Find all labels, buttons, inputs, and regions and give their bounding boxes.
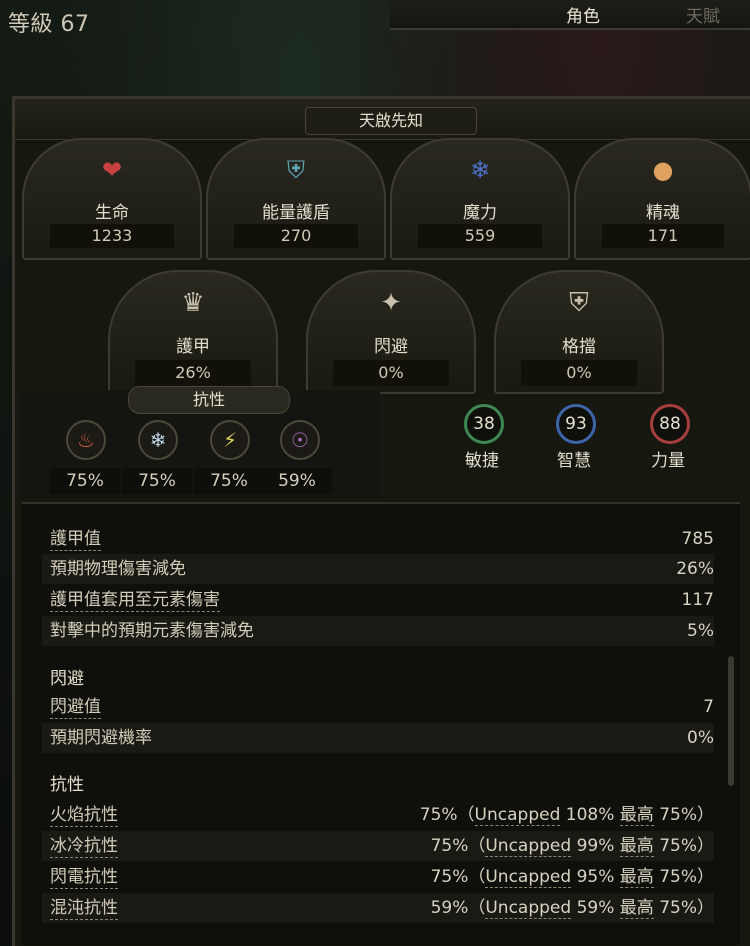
chaos-res-value: 59% bbox=[262, 468, 332, 494]
life-label: 生命 bbox=[95, 203, 129, 223]
intelligence-attribute[interactable]: 93 智慧 bbox=[534, 404, 614, 484]
energy-shield-label: 能量護盾 bbox=[262, 203, 330, 223]
dexterity-attribute[interactable]: 38 敏捷 bbox=[442, 404, 522, 484]
evasion-label: 閃避 bbox=[374, 337, 408, 357]
list-item: 對擊中的預期元素傷害減免 5% bbox=[42, 616, 714, 646]
evasion-section-title: 閃避 bbox=[50, 669, 84, 689]
mana-label: 魔力 bbox=[463, 203, 497, 223]
spirit-value: 171 bbox=[602, 224, 724, 248]
list-item: 冰冷抗性 75%（Uncapped 99% 最高 75%） bbox=[42, 831, 714, 861]
spirit-icon: ● bbox=[652, 156, 674, 184]
cold-icon[interactable]: ❄ bbox=[138, 420, 178, 460]
cold-res-value: 75% bbox=[122, 468, 192, 494]
life-stat[interactable]: ❤ 生命 1233 bbox=[22, 138, 202, 260]
armour-stat[interactable]: ♛ 護甲 26% bbox=[108, 270, 278, 394]
mana-icon: ❄ bbox=[469, 156, 491, 184]
list-item: 混沌抗性 59%（Uncapped 59% 最高 75%） bbox=[42, 893, 714, 923]
shield-icon: ⛨ bbox=[287, 156, 305, 184]
block-label: 格擋 bbox=[562, 337, 596, 357]
mana-value: 559 bbox=[418, 224, 542, 248]
armour-icon: ♛ bbox=[181, 288, 205, 318]
list-item: 火焰抗性 75%（Uncapped 108% 最高 75%） bbox=[50, 805, 714, 827]
spirit-stat[interactable]: ● 精魂 171 bbox=[574, 138, 750, 260]
lightning-icon[interactable]: ⚡ bbox=[210, 420, 250, 460]
tab-passives[interactable]: 天賦 bbox=[686, 2, 720, 27]
list-item: 預期閃避機率 0% bbox=[42, 723, 714, 753]
fire-icon[interactable]: ♨ bbox=[66, 420, 106, 460]
strength-label: 力量 bbox=[651, 451, 685, 471]
stat-detail-list[interactable]: 護甲值 785 預期物理傷害減免 26% 護甲值套用至元素傷害 117 對擊中的… bbox=[22, 502, 740, 945]
block-value: 0% bbox=[520, 360, 638, 386]
panel-header: 天啟先知 bbox=[15, 99, 750, 140]
spirit-label: 精魂 bbox=[646, 203, 680, 223]
resistances-panel: 抗性 ♨ ❄ ⚡ ☉ 75% 75% 75% 59% bbox=[20, 386, 380, 498]
tab-bar: 角色 天賦 bbox=[390, 0, 750, 30]
top-bar: 等級 67 角色 天賦 bbox=[0, 0, 750, 44]
list-item: 護甲值 785 bbox=[50, 529, 714, 551]
energy-shield-stat[interactable]: ⛨ 能量護盾 270 bbox=[206, 138, 386, 260]
evasion-icon: ✦ bbox=[380, 288, 402, 318]
evasion-value: 0% bbox=[332, 360, 450, 386]
dexterity-value: 38 bbox=[464, 404, 504, 444]
dexterity-label: 敏捷 bbox=[465, 451, 499, 471]
intelligence-label: 智慧 bbox=[557, 451, 591, 471]
resistances-title: 抗性 bbox=[128, 386, 290, 414]
armour-label: 護甲 bbox=[176, 337, 210, 357]
resistances-section-title: 抗性 bbox=[50, 775, 84, 795]
block-icon: ⛨ bbox=[569, 288, 589, 318]
life-value: 1233 bbox=[50, 224, 174, 248]
evasion-stat[interactable]: ✦ 閃避 0% bbox=[306, 270, 476, 394]
list-item: 閃電抗性 75%（Uncapped 95% 最高 75%） bbox=[50, 867, 714, 889]
strength-attribute[interactable]: 88 力量 bbox=[628, 404, 708, 484]
mana-stat[interactable]: ❄ 魔力 559 bbox=[390, 138, 570, 260]
tab-character[interactable]: 角色 bbox=[566, 2, 600, 27]
list-item: 閃避值 7 bbox=[50, 697, 714, 719]
armour-value: 26% bbox=[134, 360, 252, 386]
list-item: 護甲值套用至元素傷害 117 bbox=[50, 590, 714, 612]
scrollbar[interactable] bbox=[728, 656, 734, 786]
heart-icon: ❤ bbox=[101, 156, 123, 184]
strength-value: 88 bbox=[650, 404, 690, 444]
list-item: 預期物理傷害減免 26% bbox=[42, 554, 714, 584]
chaos-icon[interactable]: ☉ bbox=[280, 420, 320, 460]
lightning-res-value: 75% bbox=[194, 468, 264, 494]
energy-shield-value: 270 bbox=[234, 224, 358, 248]
character-level: 等級 67 bbox=[8, 12, 90, 37]
block-stat[interactable]: ⛨ 格擋 0% bbox=[494, 270, 664, 394]
intelligence-value: 93 bbox=[556, 404, 596, 444]
fire-res-value: 75% bbox=[50, 468, 120, 494]
class-name: 天啟先知 bbox=[305, 107, 477, 135]
